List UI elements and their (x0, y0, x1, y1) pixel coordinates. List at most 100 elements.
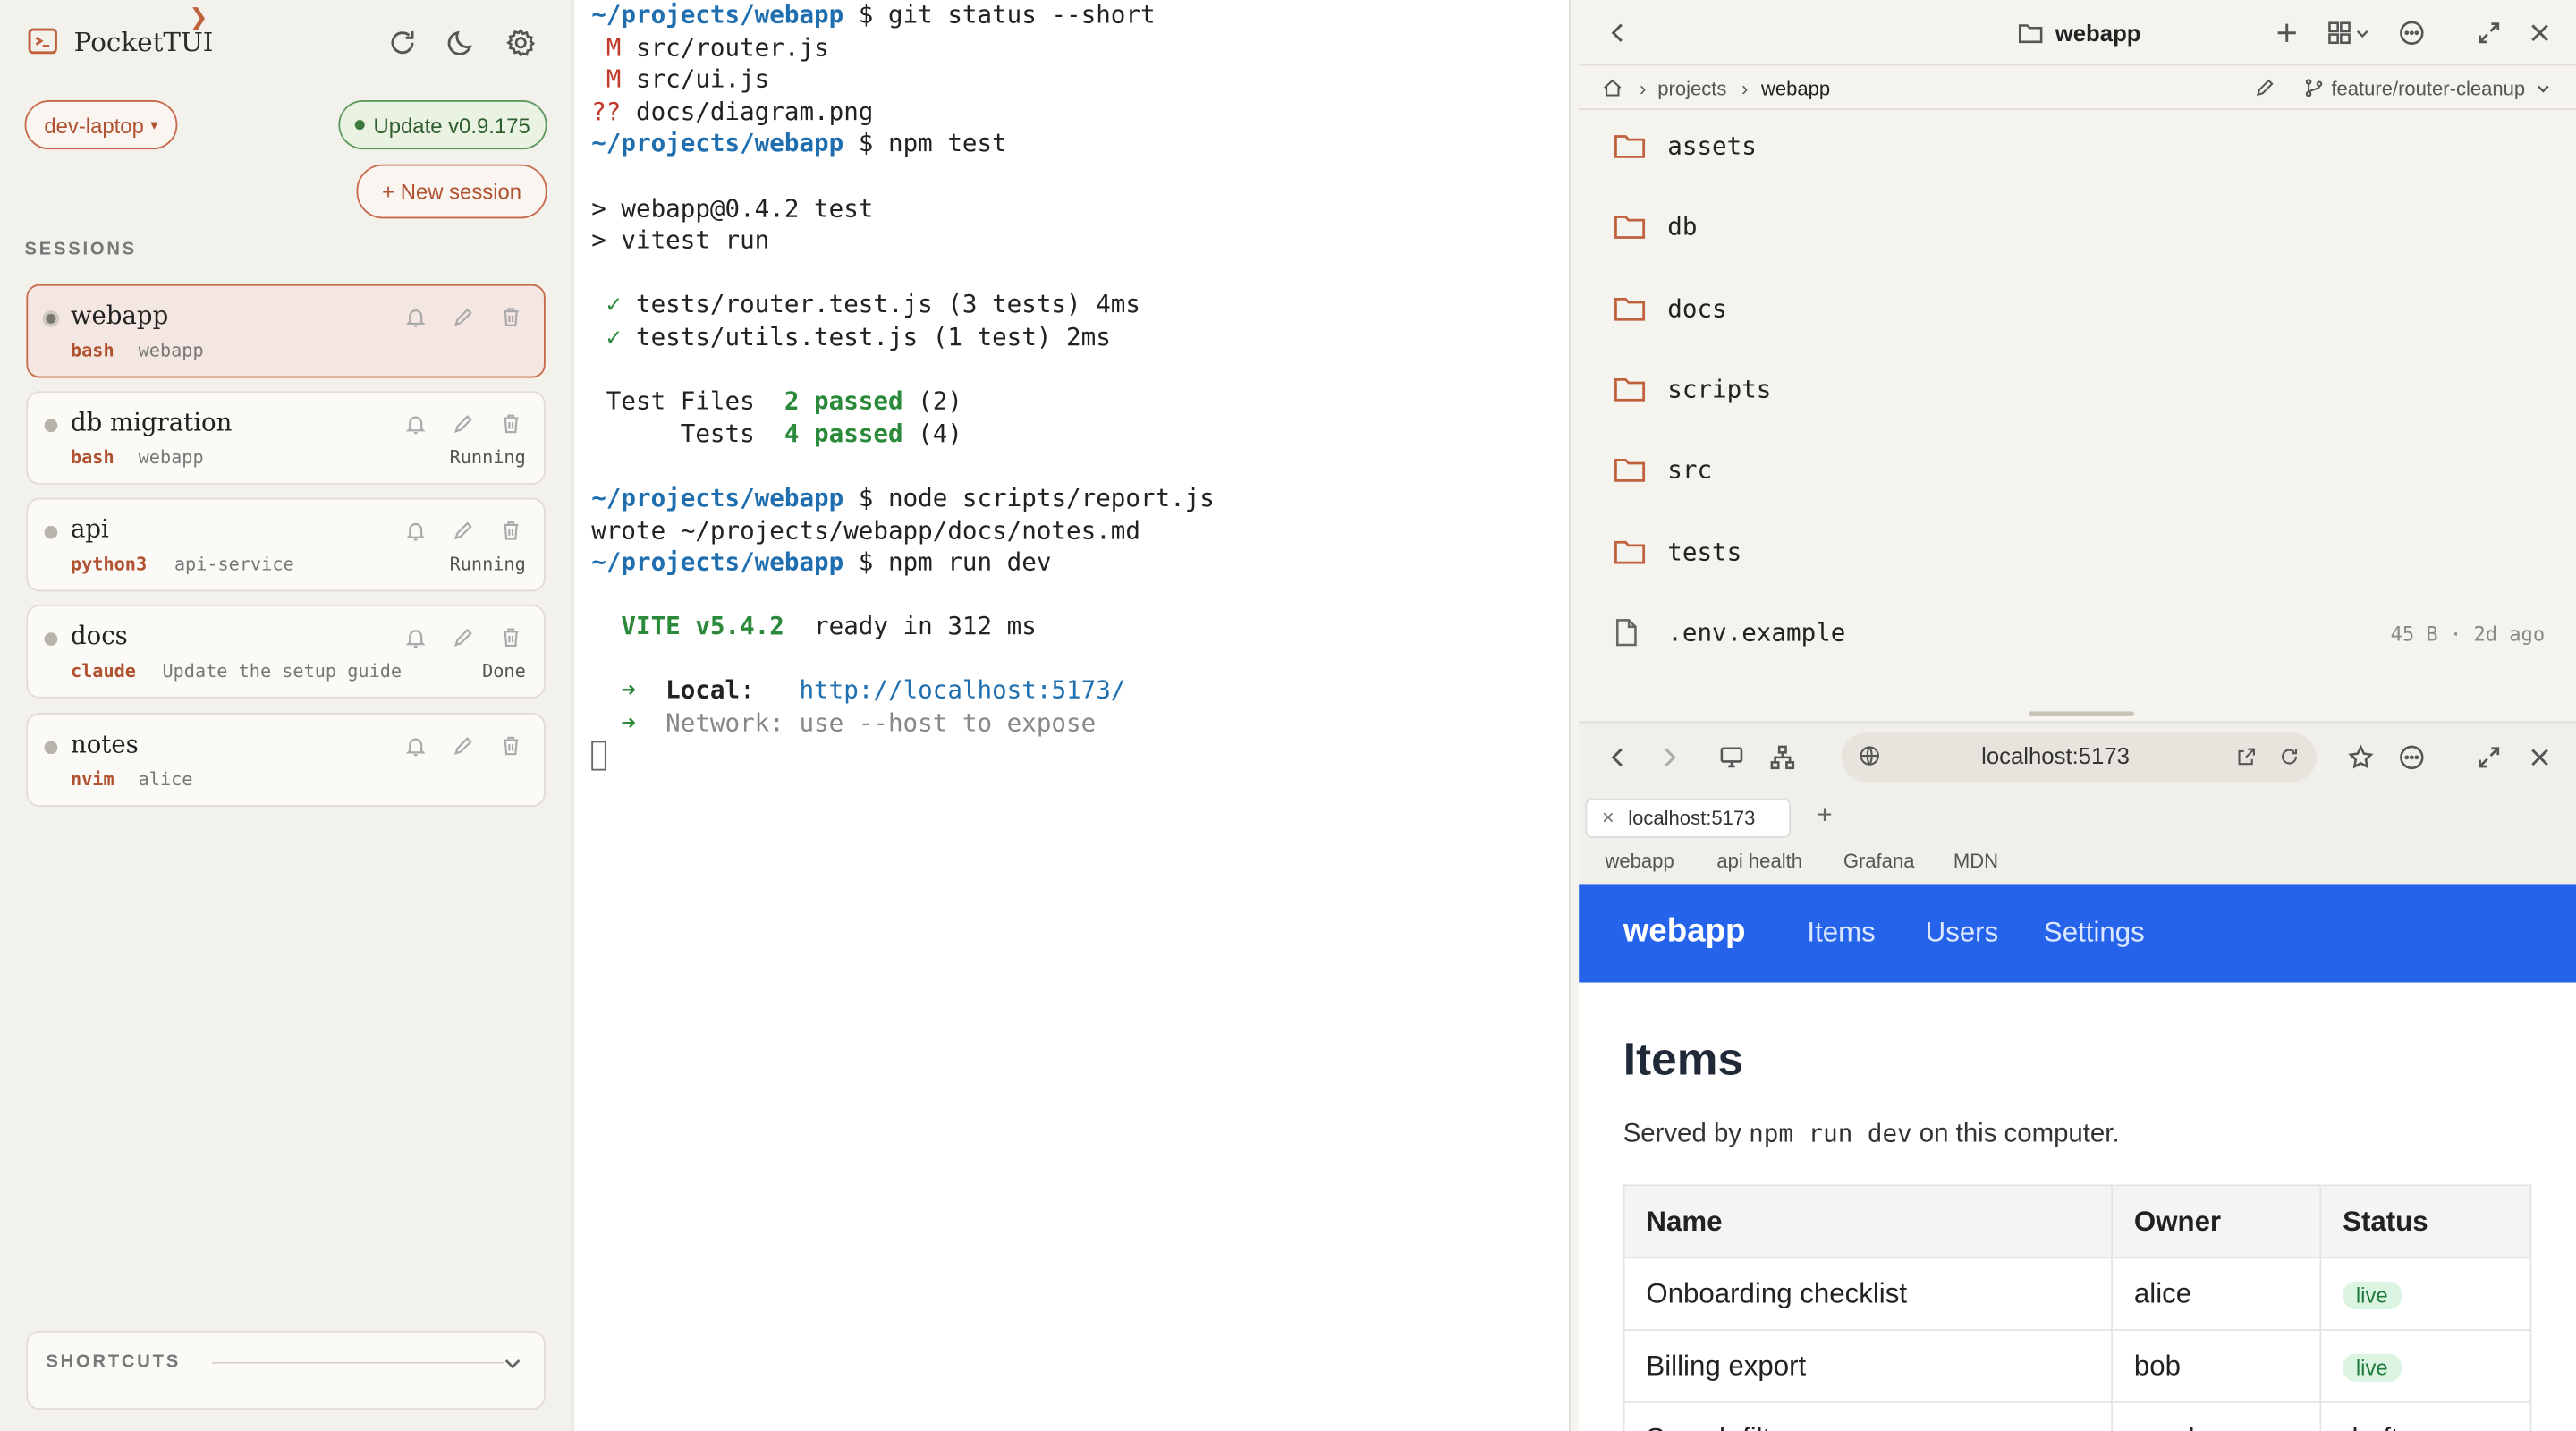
trash-icon[interactable] (499, 626, 522, 649)
update-button[interactable]: Update v0.9.175 (338, 100, 547, 150)
bell-icon[interactable] (404, 519, 428, 542)
table-row[interactable]: Onboarding checklist alice live (1623, 1257, 2532, 1331)
bookmark-item[interactable]: Grafana (1843, 850, 1915, 873)
dark-mode-icon[interactable] (445, 26, 479, 59)
folder-row[interactable]: src (1604, 434, 2573, 514)
table-row[interactable]: Search filterscarol draft (1623, 1401, 2532, 1431)
vite-version: VITE v5.4.2 (591, 611, 784, 641)
bookmark-item[interactable]: MDN (1953, 850, 1998, 873)
reload-icon[interactable] (2279, 746, 2301, 767)
nav-link-items[interactable]: Items (1807, 917, 1875, 950)
chevron-down-icon[interactable] (2354, 20, 2370, 46)
settings-gear-icon[interactable] (504, 26, 538, 59)
session-name: db migration (70, 407, 233, 437)
folder-row[interactable]: db (1604, 191, 2573, 272)
more-options-icon[interactable] (2399, 744, 2425, 770)
new-tab-button[interactable]: + (1817, 801, 1832, 831)
bookmark-item[interactable]: api health (1716, 850, 1802, 873)
folder-row[interactable]: assets (1604, 110, 2573, 191)
folder-row[interactable]: docs (1604, 272, 2573, 352)
close-icon[interactable] (2527, 20, 2553, 46)
shortcuts-heading: SHORTCUTS (46, 1351, 181, 1372)
breadcrumb-item[interactable]: projects (1657, 77, 1726, 100)
summary-label: Test Files (591, 385, 784, 416)
bookmark-star-icon[interactable] (2348, 744, 2374, 770)
network-icon[interactable] (1769, 744, 1795, 770)
file-row[interactable]: .env.example 45 B · 2d ago (1604, 596, 2573, 676)
git-status-flag: M (591, 31, 622, 63)
nav-link-users[interactable]: Users (1926, 917, 1999, 950)
folder-row[interactable]: tests (1604, 515, 2573, 596)
terminal-logo-icon (28, 28, 57, 55)
session-shell: bash (70, 446, 114, 469)
bell-icon[interactable] (404, 306, 428, 329)
test-result: tests/router.test.js (3 tests) 4ms (621, 289, 1140, 320)
expand-icon[interactable] (2476, 20, 2502, 46)
edit-icon[interactable] (452, 306, 475, 329)
new-session-button[interactable]: + New session (356, 164, 547, 219)
session-card[interactable]: api python3 api-service Running (26, 497, 546, 592)
shortcuts-panel[interactable]: SHORTCUTS (26, 1330, 546, 1410)
git-status-flag: M (591, 64, 622, 95)
refresh-icon[interactable] (386, 26, 419, 59)
edit-icon[interactable] (452, 519, 475, 542)
cell-name: Onboarding checklist (1623, 1257, 2114, 1331)
edit-icon[interactable] (452, 412, 475, 436)
trash-icon[interactable] (499, 519, 522, 542)
bell-icon[interactable] (404, 734, 428, 758)
desktop-icon[interactable] (1718, 744, 1744, 770)
nav-link-settings[interactable]: Settings (2044, 917, 2145, 950)
terminal-pane[interactable]: ~/projects/webapp $ git status --short M… (574, 0, 2114, 1431)
host-selector[interactable]: dev-laptop ▾ (24, 100, 178, 150)
more-options-icon[interactable] (2399, 20, 2425, 46)
column-header: Status (2319, 1184, 2532, 1259)
expand-icon[interactable] (2476, 744, 2502, 770)
address-bar[interactable]: localhost:5173 (1841, 732, 2317, 783)
open-external-icon[interactable] (2236, 746, 2258, 767)
bookmark-item[interactable]: webapp (1605, 850, 1674, 873)
close-tab-icon[interactable]: × (1602, 805, 1614, 830)
local-url-link[interactable]: http://localhost:5173/ (799, 676, 1125, 706)
browser-tab[interactable]: × localhost:5173 (1585, 798, 1792, 838)
bell-icon[interactable] (404, 412, 428, 436)
table-row[interactable]: Billing export bob live (1623, 1329, 2532, 1403)
status-badge: live (2343, 1280, 2402, 1309)
back-icon[interactable] (1605, 20, 1631, 46)
resize-handle[interactable] (2029, 711, 2134, 716)
trash-icon[interactable] (499, 306, 522, 329)
session-card[interactable]: webapp bash webapp (26, 284, 546, 378)
command: $ node scripts/report.js (843, 482, 1215, 512)
status-badge: draft (2343, 1422, 2399, 1431)
close-icon[interactable] (2527, 744, 2553, 770)
session-dir: Update the setup guide (162, 660, 402, 682)
session-card[interactable]: notes nvim alice (26, 713, 546, 807)
add-icon[interactable] (2274, 20, 2300, 46)
folder-row[interactable]: scripts (1604, 353, 2573, 434)
bell-icon[interactable] (404, 626, 428, 649)
branch-label[interactable]: feature/router-cleanup (2331, 77, 2525, 100)
grid-view-icon[interactable] (2326, 20, 2352, 46)
sidebar: PocketTUI ❯ dev-laptop ▾ Update v0.9.175 … (0, 0, 574, 1431)
trash-icon[interactable] (499, 734, 522, 758)
chevron-down-icon[interactable] (501, 1352, 524, 1376)
session-card[interactable]: docs claude Update the setup guide Done (26, 605, 546, 699)
forward-icon[interactable] (1656, 744, 1682, 770)
session-state: Done (482, 660, 526, 682)
trash-icon[interactable] (499, 412, 522, 436)
session-card[interactable]: db migration bash webapp Running (26, 391, 546, 485)
edit-icon[interactable] (2254, 77, 2275, 98)
breadcrumb-item[interactable]: webapp (1761, 77, 1830, 100)
breadcrumb-separator: › (1640, 77, 1647, 101)
chevron-down-icon[interactable] (2535, 80, 2551, 97)
entry-name: .env.example (1667, 617, 1846, 648)
back-icon[interactable] (1605, 744, 1631, 770)
prompt-path: ~/projects/webapp (591, 482, 844, 512)
home-icon[interactable] (1602, 77, 1623, 98)
session-name: api (70, 513, 109, 545)
browser-pane: localhost:5173 × localhost:5173 + webapp… (1579, 721, 2576, 1431)
edit-icon[interactable] (452, 626, 475, 649)
prompt-path: ~/projects/webapp (591, 546, 844, 577)
edit-icon[interactable] (452, 734, 475, 758)
site-brand[interactable]: webapp (1623, 913, 1746, 951)
colon: : (740, 675, 800, 706)
